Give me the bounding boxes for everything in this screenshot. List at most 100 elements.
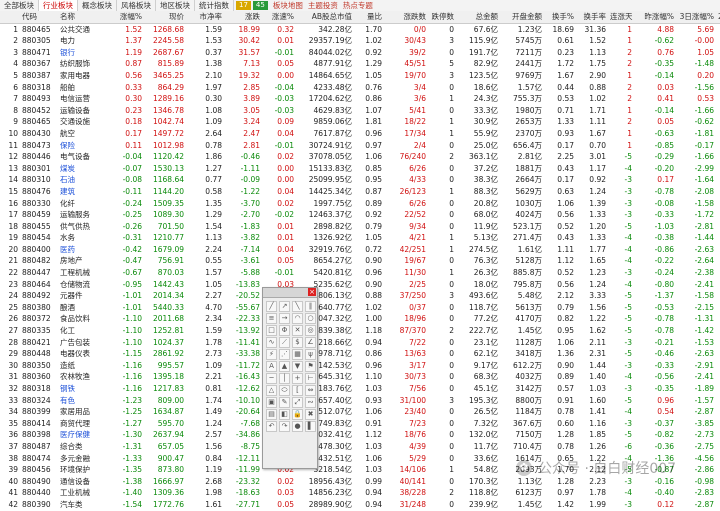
trend-tool-icon[interactable]: ⟋ (279, 337, 290, 348)
vline-tool-icon[interactable]: │ (279, 373, 290, 384)
wave-tool-icon[interactable]: ∿ (266, 337, 277, 348)
table-row[interactable]: 10 880430 航空 0.17 1497.72 2.64 2.47 0.04 7617.87… (0, 128, 720, 140)
table-row[interactable]: 34880399家居用品-1.251634.871.49-20.640.0345… (0, 406, 720, 418)
table-row[interactable]: 2 880305 电力 1.37 2245.58 1.53 30.42 0.01 29357.1… (0, 35, 720, 47)
table-row[interactable]: 42 880390 汽车类 -1.54 1772.76 1.61 -27.71 0.05 289… (0, 499, 720, 511)
table-row[interactable]: 16 880330 化纤 -0.24 1509.35 1.35 -3.70 0.02 1997.… (0, 198, 720, 210)
col-header-11[interactable]: 跌停数 (428, 11, 456, 24)
close-icon[interactable]: × (308, 288, 316, 296)
cycle-tool-icon[interactable]: ◎ (305, 325, 316, 336)
table-row[interactable]: 1 880465 公共交通 1.52 1268.68 1.59 18.99 0.32 342.2… (0, 23, 720, 35)
col-header-12[interactable]: 总金额 (456, 11, 500, 24)
tab-0[interactable]: 全部板块 (0, 0, 39, 11)
table-row[interactable]: 22 880447 工程机械 -0.67 870.03 1.57 -5.88 -0.01 542… (0, 267, 720, 279)
tab-2[interactable]: 概念板块 (78, 0, 117, 11)
table-row[interactable]: 14 880310 石油 -0.08 1168.64 0.77 -0.09 0.00 25099… (0, 174, 720, 186)
table-row[interactable]: 24880492元器件-1.012014.342.27-20.520.02248… (0, 290, 720, 302)
ray-tool-icon[interactable]: ↗ (279, 301, 290, 312)
table-row[interactable]: 31880360农林牧渔-1.161395.182.21-16.430.0396… (0, 371, 720, 383)
note-tool-icon[interactable]: ✎ (279, 397, 290, 408)
col-header-8[interactable]: AB股总市值 (296, 11, 354, 24)
table-row[interactable]: 13 880301 煤炭 -0.07 1530.13 1.27 -1.11 0.00 15133… (0, 163, 720, 175)
col-header-1[interactable]: 代码 (20, 11, 58, 24)
bracket-tool-icon[interactable]: [ (292, 385, 303, 396)
col-header-10[interactable]: 涨跌数 (384, 11, 428, 24)
table-row[interactable]: 27880335化工-1.101252.811.59-13.920.074183… (0, 325, 720, 337)
table-row[interactable]: 9 880465 交通设施 0.18 1042.74 1.09 3.24 0.09 9859.0… (0, 116, 720, 128)
table-row[interactable]: 25880380酿酒-1.015440.334.70-55.67-0.10386… (0, 302, 720, 314)
col-header-18[interactable]: 3日涨幅% (676, 11, 716, 24)
ruler-tool-icon[interactable]: ⊢ (305, 373, 316, 384)
circle-tool-icon[interactable]: ○ (305, 313, 316, 324)
channel-tool-icon[interactable]: ≡ (266, 313, 277, 324)
box-tool-icon[interactable]: ▣ (266, 397, 277, 408)
mark-up-icon[interactable]: ▲ (279, 361, 290, 372)
col-header-3[interactable]: 涨幅% (110, 11, 144, 24)
col-header-15[interactable]: 换手率 (576, 11, 608, 24)
col-header-2[interactable]: 名称 (58, 11, 110, 24)
table-row[interactable]: 3 880471 银行 1.19 2687.67 0.37 31.57 -0.01 84044.… (0, 47, 720, 59)
table-row[interactable]: 30880350造纸-1.16995.571.09-11.720.021142.… (0, 360, 720, 372)
table-row[interactable]: 15 880476 建筑 -0.11 1144.20 0.58 -1.22 0.04 14425… (0, 186, 720, 198)
table-row[interactable]: 21 880482 房地产 -0.47 756.91 0.55 -3.61 0.05 8654.… (0, 255, 720, 267)
col-header-16[interactable]: 连涨天 (608, 11, 634, 24)
table-row[interactable]: 23 880464 仓储物流 -0.95 1442.43 1.05 -13.83 0.03 52… (0, 279, 720, 291)
fan-tool-icon[interactable]: ⋰ (279, 349, 290, 360)
table-row[interactable]: 36880398医疗保健-1.302637.942.57-34.860.0516… (0, 429, 720, 441)
flag-tool-icon[interactable]: ⚑ (305, 361, 316, 372)
table-row[interactable]: 4 880367 纺织服饰 0.87 815.89 1.38 7.13 0.05 4877.91… (0, 58, 720, 70)
grid-tool-icon[interactable]: ▦ (292, 349, 303, 360)
rect-tool-icon[interactable]: □ (266, 325, 277, 336)
col-header-0[interactable] (0, 11, 20, 24)
table-row[interactable]: 6 880318 船舶 0.33 864.29 1.97 2.85 -0.04 4233.48亿… (0, 82, 720, 94)
table-row[interactable]: 18 880455 供气供热 -0.26 701.50 1.54 -1.83 0.01 2898… (0, 221, 720, 233)
col-header-14[interactable]: 换手% (544, 11, 576, 24)
table-row[interactable]: 7 880493 电信运营 0.30 1289.16 0.30 3.89 -0.03 17204… (0, 93, 720, 105)
fib-tool-icon[interactable]: Φ (279, 325, 290, 336)
col-header-17[interactable]: 昨涨幅% (634, 11, 676, 24)
arc-tool-icon[interactable]: ◠ (292, 313, 303, 324)
measure-tool-icon[interactable]: ⇔ (305, 385, 316, 396)
angle-tool-icon[interactable]: ∠ (305, 337, 316, 348)
col-header-6[interactable]: 涨跌 (224, 11, 262, 24)
table-row[interactable]: 5 880387 家用电器 0.56 3465.25 2.10 19.32 0.00 14864… (0, 70, 720, 82)
tab-extra-1[interactable]: 主题投资 (308, 0, 338, 11)
pitchfork-tool-icon[interactable]: ψ (305, 349, 316, 360)
triangle-tool-icon[interactable]: △ (266, 385, 277, 396)
segment-tool-icon[interactable]: ╲ (292, 301, 303, 312)
col-header-7[interactable]: 涨速% (262, 11, 296, 24)
color-tool-icon[interactable]: ● (292, 421, 303, 432)
cross-tool-icon[interactable]: + (292, 373, 303, 384)
tab-3[interactable]: 风格板块 (117, 0, 156, 11)
table-row[interactable]: 8 880452 运输设备 0.23 1346.78 1.08 3.05 -0.03 4629.… (0, 105, 720, 117)
delete-tool-icon[interactable]: ✖ (305, 409, 316, 420)
col-header-4[interactable]: 现价 (144, 11, 186, 24)
table-row[interactable]: 32880318钢铁-1.161217.830.81-12.620.051018… (0, 383, 720, 395)
line-tool-icon[interactable]: ╱ (266, 301, 277, 312)
table-row[interactable]: 26880372食品饮料-1.102011.682.34-22.330.0012… (0, 313, 720, 325)
tab-1[interactable]: 行业板块 (39, 0, 78, 11)
price-tool-icon[interactable]: $ (292, 337, 303, 348)
arrow-tool-icon[interactable]: → (279, 313, 290, 324)
table-row[interactable]: 17 880459 运输服务 -0.25 1089.30 1.29 -2.70 -0.02 12… (0, 209, 720, 221)
speed-tool-icon[interactable]: ⚡ (266, 349, 277, 360)
palette-titlebar[interactable]: × (263, 288, 317, 298)
curve-tool-icon[interactable]: ∾ (305, 397, 316, 408)
redo-tool-icon[interactable]: ↷ (279, 421, 290, 432)
col-header-5[interactable]: 市净率 (186, 11, 224, 24)
ellipse-tool-icon[interactable]: ⬭ (279, 385, 290, 396)
drawing-tools-palette[interactable]: × ╱ ↗ ╲ ∥ ≡ → ◠ ○ □ Φ ✕ ◎ ∿ ⟋ $ ∠ ⚡ ⋰ ▦ ψ A ▲ ▼ ⚑ ─ │ + ⊢ △ ⬭[⇔ ▣ ✎ ⤢ ∾ ▤ ◧… (262, 287, 318, 469)
table-row[interactable]: 33880324有色-1.23809.001.74-10.100.0323657… (0, 395, 720, 407)
table-row[interactable]: 11 880473 保险 0.11 1012.98 0.78 2.81 -0.01 30724.… (0, 140, 720, 152)
table-row[interactable]: 28880421广告包装-1.101024.371.78-11.410.0432… (0, 337, 720, 349)
table-row[interactable]: 12 880446 电气设备 -0.04 1120.42 1.86 -0.46 0.02 370… (0, 151, 720, 163)
tab-extra-0[interactable]: 板块地图 (273, 0, 303, 11)
tab-extra-2[interactable]: 热点专题 (343, 0, 373, 11)
save-tool-icon[interactable]: ▤ (266, 409, 277, 420)
undo-tool-icon[interactable]: ↶ (266, 421, 277, 432)
table-row[interactable]: 20 880400 医药 -0.42 1679.09 2.24 -7.14 0.04 32919… (0, 244, 720, 256)
col-header-19[interactable]: 20日涨幅% (716, 11, 720, 24)
table-row[interactable]: 41 880440 工业机械 -1.40 1309.36 1.98 -18.63 0.03 14… (0, 487, 720, 499)
table-row[interactable]: 29880448电器仪表-1.152861.922.73-33.380.0989… (0, 348, 720, 360)
mark-down-icon[interactable]: ▼ (292, 361, 303, 372)
